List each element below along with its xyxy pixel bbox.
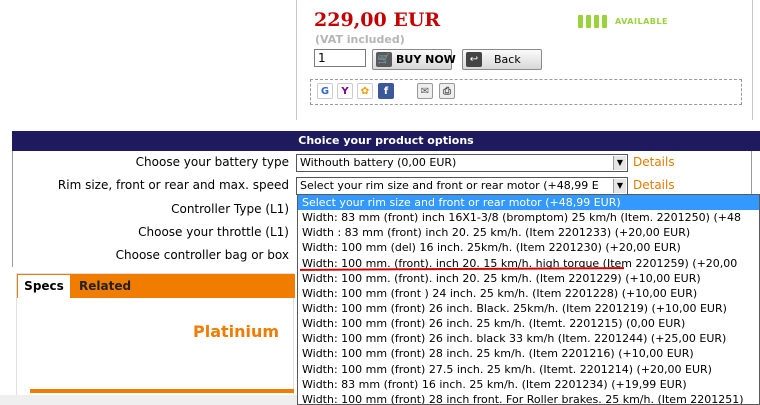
divider xyxy=(30,389,294,393)
google-icon[interactable]: G xyxy=(317,83,333,99)
cart-icon: 🛒 xyxy=(376,52,392,67)
chevron-down-icon[interactable]: ▼ xyxy=(613,156,626,170)
quantity-input[interactable] xyxy=(314,49,366,67)
dropdown-option[interactable]: Width: 83 mm (front) 16 inch. 25 km/h. (… xyxy=(298,377,759,392)
availability-bar xyxy=(602,15,607,28)
rim-size-label: Rim size, front or rear and max. speed xyxy=(57,178,289,192)
dropdown-option[interactable]: Width: 100 mm (front) 28 inch. 25 km/h. … xyxy=(298,346,759,361)
dropdown-option[interactable]: Width: 100 mm (front ) 24 inch. 25 km/h.… xyxy=(298,286,759,301)
battery-type-value: Withouth battery (0,00 EUR) xyxy=(300,156,457,169)
options-header: Choice your product options xyxy=(12,131,760,151)
vat-note: (VAT included) xyxy=(315,33,405,46)
rim-size-dropdown-list[interactable]: Select your rim size and front or rear m… xyxy=(297,194,760,405)
availability-bar xyxy=(594,15,599,28)
dropdown-option[interactable]: Width: 100 mm. (front). inch 20. 25 km/h… xyxy=(298,271,759,286)
dropdown-option[interactable]: Width: 100 mm (front) 28 inch front. For… xyxy=(298,392,759,404)
msn-icon[interactable]: ✿ xyxy=(357,83,373,99)
back-arrow-icon: ↩ xyxy=(466,52,482,67)
dropdown-option[interactable]: Select your rim size and front or rear m… xyxy=(298,195,759,211)
tab-related[interactable]: Related xyxy=(79,279,131,293)
page-divider-right xyxy=(752,0,753,120)
dropdown-option[interactable]: Width: 100 mm (front) 26 inch. black 33 … xyxy=(298,331,759,346)
chevron-down-icon[interactable]: ▼ xyxy=(613,179,626,193)
horizontal-scrollbar[interactable] xyxy=(0,395,297,405)
battery-type-select[interactable]: Withouth battery (0,00 EUR) ▼ xyxy=(296,154,628,172)
tab-specs[interactable]: Specs xyxy=(17,274,71,298)
email-icon[interactable]: ✉ xyxy=(417,83,433,99)
battery-type-label: Choose your battery type xyxy=(135,155,289,169)
dropdown-option[interactable]: Width: 100 mm (front) 27.5 inch. 25 km/h… xyxy=(298,362,759,377)
dropdown-option[interactable]: Width: 100 mm (del) 16 inch. 25km/h. (It… xyxy=(298,240,759,255)
battery-details-link[interactable]: Details xyxy=(633,155,675,169)
page-divider-left xyxy=(296,0,297,120)
yahoo-icon[interactable]: Y xyxy=(337,83,353,99)
buy-now-label: BUY NOW xyxy=(396,53,456,66)
back-button[interactable]: ↩ Back xyxy=(462,49,542,70)
product-price: 229,00 EUR xyxy=(314,9,441,31)
dropdown-option[interactable]: Width: 100 mm (front) 26 inch. Black. 25… xyxy=(298,301,759,316)
dropdown-option[interactable]: Width : 83 mm (front) inch 20. 25 km/h. … xyxy=(298,225,759,240)
print-icon[interactable]: ⎙ xyxy=(439,83,455,99)
product-title: Platinium xyxy=(193,322,280,341)
buy-now-button[interactable]: 🛒 BUY NOW xyxy=(372,49,456,70)
rim-details-link[interactable]: Details xyxy=(633,178,675,192)
availability-indicator: AVAILABLE xyxy=(578,15,668,28)
throttle-label: Choose your throttle (L1) xyxy=(138,225,289,239)
availability-bar xyxy=(586,15,591,28)
facebook-icon[interactable]: f xyxy=(378,83,394,99)
dropdown-option[interactable]: Width: 83 mm (front) inch 16X1-3/8 (brom… xyxy=(298,210,759,225)
rim-size-select[interactable]: Select your rim size and front or rear m… xyxy=(296,177,628,195)
rim-size-value: Select your rim size and front or rear m… xyxy=(300,179,599,192)
dropdown-option[interactable]: Width: 100 mm (front) 26 inch. 25 km/h. … xyxy=(298,316,759,331)
share-toolbar: G Y ✿ f ✉ ⎙ xyxy=(310,79,742,105)
back-label: Back xyxy=(494,53,521,66)
controller-bag-label: Choose controller bag or box xyxy=(115,248,289,262)
availability-text: AVAILABLE xyxy=(615,17,668,26)
controller-type-label: Controller Type (L1) xyxy=(171,202,289,216)
availability-bar xyxy=(578,15,583,28)
